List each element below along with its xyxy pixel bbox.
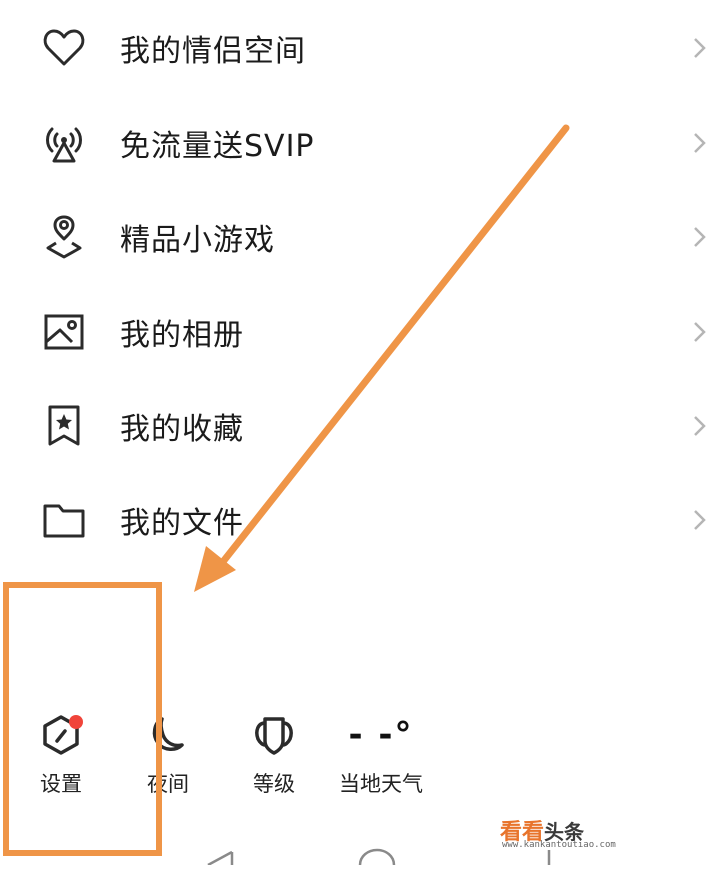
level-label: 等级 bbox=[253, 772, 295, 796]
menu-item-label: 我的相册 bbox=[120, 318, 244, 353]
moon-icon bbox=[113, 710, 223, 760]
settings-button[interactable]: 设置 bbox=[6, 710, 116, 810]
watermark: 看看头条 www.kankantoutiao.com bbox=[500, 814, 650, 854]
heart-icon bbox=[42, 26, 86, 70]
folder-icon bbox=[42, 498, 86, 542]
notification-dot bbox=[69, 715, 83, 729]
chevron-right-icon bbox=[694, 133, 706, 153]
chevron-right-icon bbox=[694, 227, 706, 247]
local-weather-button[interactable]: - -° 当地天气 bbox=[326, 710, 436, 810]
signal-tower-icon bbox=[42, 121, 86, 165]
night-mode-button[interactable]: 夜间 bbox=[113, 710, 223, 810]
menu-item-label: 我的收藏 bbox=[120, 412, 244, 447]
menu-item-mini-games[interactable]: 精品小游戏 bbox=[0, 190, 728, 284]
bookmark-star-icon bbox=[42, 404, 86, 448]
bottom-toolbar: 设置 夜间 等级 - -° 当地天气 bbox=[0, 700, 728, 810]
level-badge-icon bbox=[219, 710, 329, 760]
weather-label: 当地天气 bbox=[339, 772, 423, 796]
photo-album-icon bbox=[42, 310, 86, 354]
watermark-url: www.kankantoutiao.com bbox=[502, 840, 616, 850]
chevron-right-icon bbox=[694, 510, 706, 530]
menu-item-label: 精品小游戏 bbox=[120, 223, 275, 258]
settings-hexagon-icon bbox=[6, 710, 116, 760]
chevron-right-icon bbox=[694, 38, 706, 58]
level-button[interactable]: 等级 bbox=[219, 710, 329, 810]
menu-item-favorites[interactable]: 我的收藏 bbox=[0, 379, 728, 473]
menu-item-album[interactable]: 我的相册 bbox=[0, 285, 728, 379]
menu-item-label: 免流量送SVIP bbox=[120, 129, 315, 164]
menu-item-free-svip[interactable]: 免流量送SVIP bbox=[0, 96, 728, 190]
chevron-right-icon bbox=[694, 416, 706, 436]
settings-label: 设置 bbox=[40, 772, 82, 796]
back-icon bbox=[207, 850, 233, 867]
home-icon bbox=[358, 848, 396, 866]
menu-item-label: 我的文件 bbox=[120, 506, 244, 541]
game-location-icon bbox=[42, 215, 86, 259]
chevron-right-icon bbox=[694, 322, 706, 342]
menu-item-label: 我的情侣空间 bbox=[120, 34, 306, 69]
menu-item-couple-space[interactable]: 我的情侣空间 bbox=[0, 1, 728, 95]
weather-value: - -° bbox=[348, 715, 414, 755]
menu-item-files[interactable]: 我的文件 bbox=[0, 473, 728, 567]
night-label: 夜间 bbox=[147, 772, 189, 796]
